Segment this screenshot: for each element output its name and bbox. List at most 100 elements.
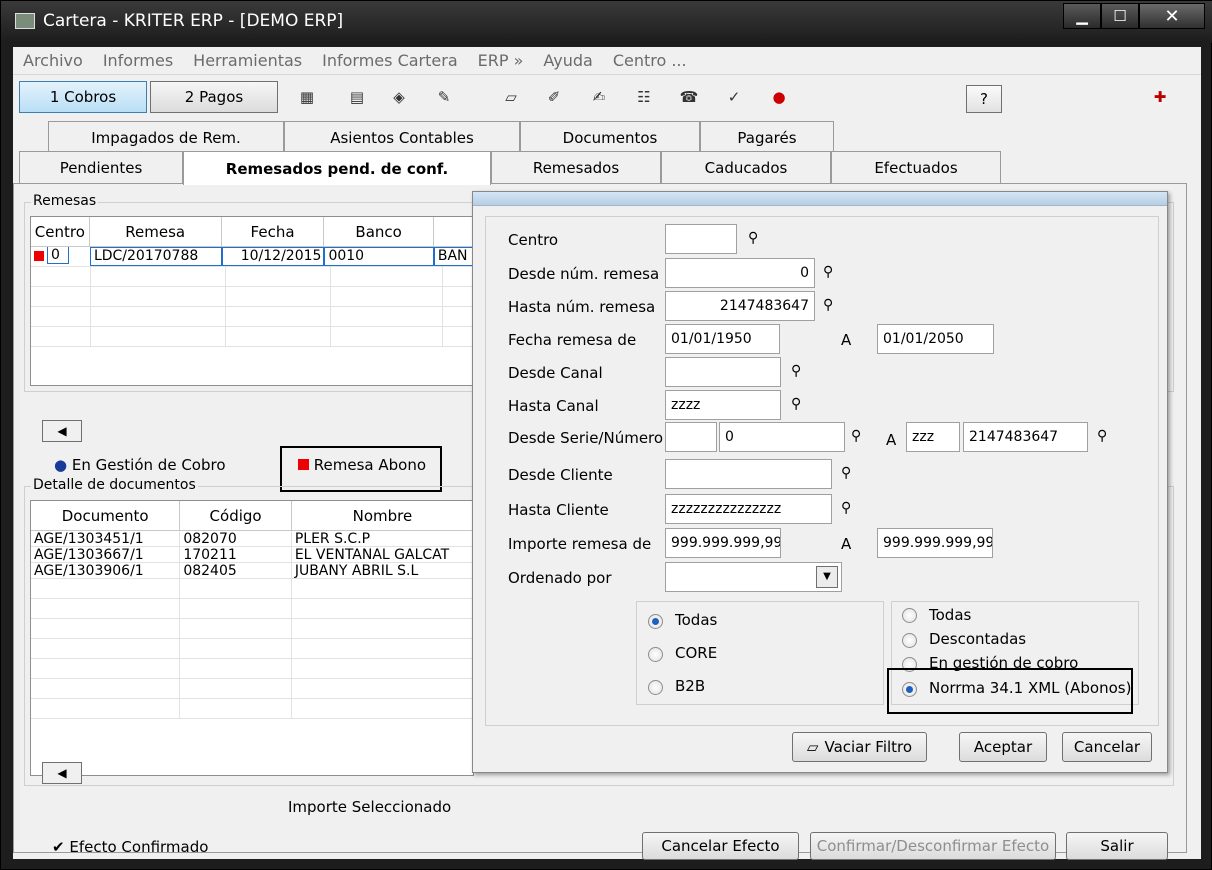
salir-button[interactable]: Salir — [1066, 832, 1168, 860]
estado-todas-label[interactable]: Todas — [929, 606, 971, 624]
centro-search-icon[interactable]: ⚲ — [748, 227, 774, 249]
tab-pendientes[interactable]: Pendientes — [19, 151, 183, 183]
fecha-hasta-input[interactable]: 01/01/2050 — [877, 324, 994, 354]
hasta-num-label: Hasta núm. remesa — [508, 298, 656, 316]
centro-input[interactable] — [665, 224, 737, 254]
tab-remesados[interactable]: Remesados — [491, 151, 661, 183]
hasta-canal-input[interactable]: zzzz — [665, 390, 781, 420]
menu-herramientas[interactable]: Herramientas — [193, 51, 302, 70]
hasta-cliente-input[interactable]: zzzzzzzzzzzzzzz — [665, 494, 832, 524]
desde-numero-input[interactable]: 0 — [719, 422, 845, 452]
pin-icon[interactable]: ● — [768, 87, 790, 107]
tab-remesados-pend[interactable]: Remesados pend. de conf. — [183, 151, 491, 185]
col-centro[interactable]: Centro — [31, 217, 90, 246]
eraser-icon[interactable]: ▱ — [500, 87, 522, 107]
phone-icon[interactable]: ☎ — [678, 87, 700, 107]
remesas-label: Remesas — [31, 193, 99, 209]
hasta-serie-input[interactable]: zzz — [906, 422, 960, 452]
desde-cliente-input[interactable] — [665, 459, 832, 489]
menu-ayuda[interactable]: Ayuda — [543, 51, 592, 70]
tab-impagados[interactable]: Impagados de Rem. — [48, 121, 284, 153]
importe-desde-input[interactable]: 999.999.999,99 — [665, 528, 781, 558]
col-nombre[interactable]: Nombre — [292, 501, 473, 530]
desde-canal-search-icon[interactable]: ⚲ — [791, 360, 817, 382]
aceptar-button[interactable]: Aceptar — [959, 732, 1047, 762]
help-button[interactable]: ? — [966, 85, 1002, 113]
desde-cliente-search-icon[interactable]: ⚲ — [841, 462, 867, 484]
tipo-b2b-radio[interactable] — [648, 680, 663, 695]
edit-icon[interactable]: ✎ — [433, 87, 455, 107]
list-icon[interactable]: ☷ — [633, 87, 655, 107]
confirmar-efecto-button[interactable]: Confirmar/Desconfirmar Efecto — [810, 832, 1056, 860]
tipo-core-radio[interactable] — [648, 647, 663, 662]
importe-hasta-input[interactable]: 999.999.999,99 — [877, 528, 993, 558]
estado-norma-radio[interactable] — [902, 682, 917, 697]
menu-centro[interactable]: Centro ... — [613, 51, 687, 70]
menu-informes-cartera[interactable]: Informes Cartera — [322, 51, 457, 70]
cancelar-button[interactable]: Cancelar — [1062, 732, 1152, 762]
menu-archivo[interactable]: Archivo — [23, 51, 83, 70]
tab-asientos[interactable]: Asientos Contables — [284, 121, 520, 153]
estado-descontadas-label[interactable]: Descontadas — [929, 630, 1026, 648]
desde-num-search-icon[interactable]: ⚲ — [823, 261, 849, 283]
check-icon: ✔ — [52, 838, 65, 856]
hasta-serie-search-icon[interactable]: ⚲ — [1097, 425, 1123, 447]
maximize-button[interactable]: ☐ — [1101, 3, 1139, 29]
close-button[interactable]: ✕ — [1139, 3, 1205, 29]
tipo-core-label[interactable]: CORE — [675, 644, 717, 662]
desde-num-input[interactable]: 0 — [665, 258, 815, 288]
filter-group: Centro ⚲ Desde núm. remesa 0 ⚲ Hasta núm… — [485, 216, 1159, 726]
remesas-grid[interactable]: Centro Remesa Fecha Banco 0 LDC/20170788… — [30, 216, 474, 386]
desde-cliente-label: Desde Cliente — [508, 466, 613, 484]
pen-icon[interactable]: ✍ — [588, 87, 610, 107]
table-row[interactable]: AGE/1303451/1 082070 PLER S.C.P — [31, 531, 473, 547]
remesa-abono-marker — [34, 251, 44, 261]
cancelar-efecto-button[interactable]: Cancelar Efecto — [642, 832, 799, 860]
calculator-icon[interactable]: ▦ — [296, 87, 318, 107]
col-fecha[interactable]: Fecha — [222, 217, 325, 246]
cobros-button[interactable]: 1 Cobros — [19, 81, 147, 113]
tipo-todas-label[interactable]: Todas — [675, 611, 717, 629]
col-codigo[interactable]: Código — [180, 501, 292, 530]
hasta-num-search-icon[interactable]: ⚲ — [823, 294, 849, 316]
estado-norma-label[interactable]: Norrma 34.1 XML (Abonos) — [929, 679, 1131, 697]
desde-serie-input[interactable] — [665, 422, 717, 452]
table-row[interactable]: AGE/1303906/1 082405 JUBANY ABRIL S.L — [31, 563, 473, 579]
toolbar: 1 Cobros 2 Pagos ▦ ▤ ◈ ✎ ▱ ✐ ✍ ☷ ☎ ✓ ● ?… — [13, 77, 1201, 117]
pagos-button[interactable]: 2 Pagos — [150, 81, 278, 113]
estado-descontadas-radio[interactable] — [902, 633, 917, 648]
tipo-b2b-label[interactable]: B2B — [675, 677, 705, 695]
hasta-num-input[interactable]: 2147483647 — [665, 291, 815, 321]
desde-serie-search-icon[interactable]: ⚲ — [851, 425, 877, 447]
remesas-scroll-left[interactable]: ◀ — [42, 420, 82, 442]
tab-documentos[interactable]: Documentos — [520, 121, 700, 153]
table-row[interactable]: AGE/1303667/1 170211 EL VENTANAL GALCAT — [31, 547, 473, 563]
col-remesa[interactable]: Remesa — [90, 217, 222, 246]
minimize-button[interactable]: ▁ — [1063, 3, 1101, 29]
estado-todas-radio[interactable] — [902, 608, 917, 623]
tab-caducados[interactable]: Caducados — [661, 151, 831, 183]
detalle-grid[interactable]: Documento Código Nombre AGE/1303451/1 08… — [30, 500, 474, 776]
extra-cell: BAN — [433, 247, 473, 266]
hasta-canal-search-icon[interactable]: ⚲ — [791, 393, 817, 415]
fecha-desde-input[interactable]: 01/01/1950 — [665, 324, 780, 354]
hasta-cliente-search-icon[interactable]: ⚲ — [841, 497, 867, 519]
menu-informes[interactable]: Informes — [103, 51, 173, 70]
detalle-scroll-left[interactable]: ◀ — [42, 762, 82, 784]
checklist-icon[interactable]: ✓ — [723, 87, 745, 107]
report-icon[interactable]: ▤ — [346, 87, 368, 107]
lifebuoy-icon[interactable]: ✚ — [1149, 87, 1171, 107]
money-icon[interactable]: ◈ — [388, 87, 410, 107]
hasta-numero-input[interactable]: 2147483647 — [963, 422, 1088, 452]
vaciar-filtro-button[interactable]: ▱ Vaciar Filtro — [792, 732, 927, 762]
desde-canal-input[interactable] — [665, 357, 781, 387]
tab-efectuados[interactable]: Efectuados — [831, 151, 1001, 183]
tipo-todas-radio[interactable] — [648, 614, 663, 629]
col-documento[interactable]: Documento — [31, 501, 181, 530]
chevron-down-icon[interactable]: ▼ — [816, 566, 838, 588]
col-banco[interactable]: Banco — [324, 217, 434, 246]
brush-icon[interactable]: ✐ — [543, 87, 565, 107]
tab-pagares[interactable]: Pagarés — [700, 121, 834, 153]
table-row[interactable]: 0 LDC/20170788 10/12/2015 0010 BAN — [31, 247, 473, 267]
menu-erp[interactable]: ERP » — [478, 51, 524, 70]
